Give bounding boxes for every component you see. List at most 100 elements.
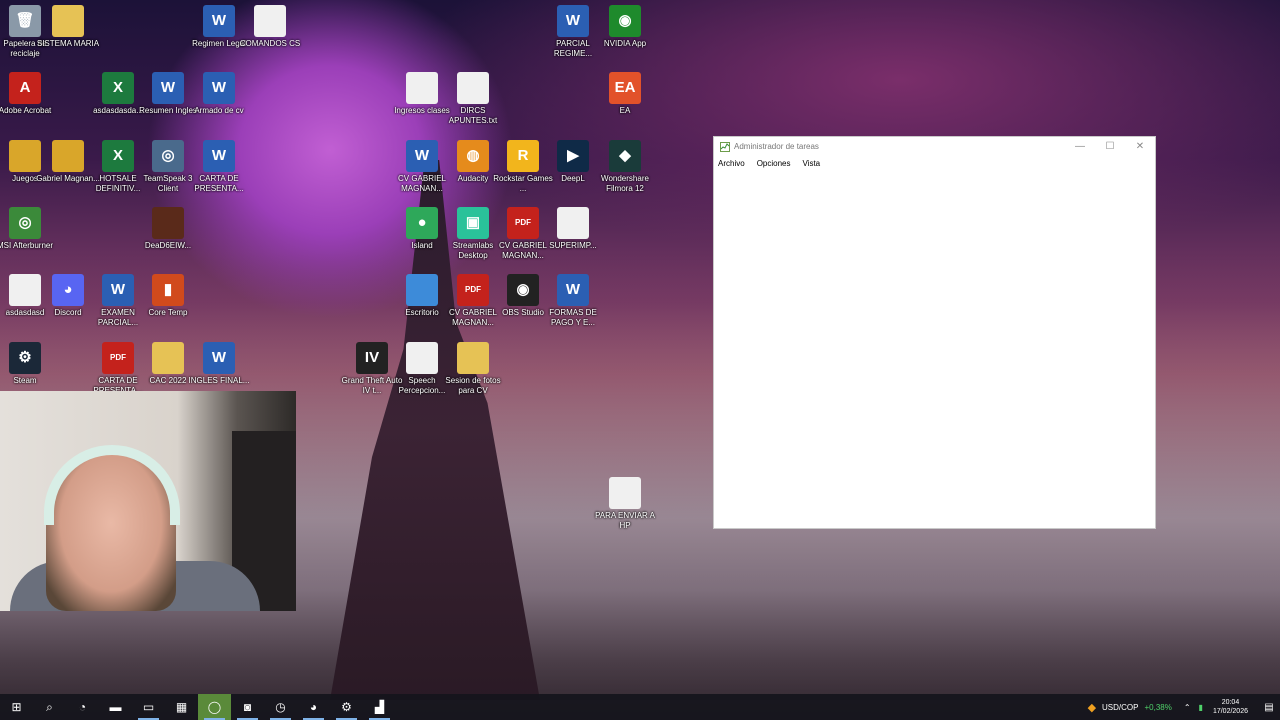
- clock-app-taskbar[interactable]: ◷: [264, 694, 297, 720]
- desktop-icon-image: W: [102, 274, 134, 306]
- chrome-taskbar[interactable]: ◔: [66, 694, 99, 720]
- calculator-taskbar[interactable]: ▦: [165, 694, 198, 720]
- start-button[interactable]: ⊞: [0, 694, 33, 720]
- desktop-icon-image: [457, 72, 489, 104]
- terminal-taskbar[interactable]: ▬: [99, 694, 132, 720]
- desktop-icon-image: ◉: [507, 274, 539, 306]
- task-manager-taskbar[interactable]: ▟: [363, 694, 396, 720]
- desktop-icon-image: ◎: [152, 140, 184, 172]
- steam-taskbar[interactable]: ⚙: [330, 694, 363, 720]
- desktop-icon-image: W: [203, 72, 235, 104]
- desktop-icon-image: [609, 477, 641, 509]
- window-title: Administrador de tareas: [734, 142, 819, 151]
- desktop-icon-image: X: [102, 140, 134, 172]
- desktop-icon-label: FORMAS DE PAGO Y E...: [549, 308, 597, 327]
- search-button[interactable]: ⌕: [33, 694, 66, 720]
- desktop-icon-image: W: [203, 342, 235, 374]
- desktop-icon-image: W: [203, 140, 235, 172]
- desktop-icon-label: NVIDIA App: [603, 39, 647, 48]
- clock[interactable]: 20:04 17/02/2026: [1213, 698, 1248, 716]
- desktop-icon-label: Core Temp: [148, 308, 188, 317]
- clock-time: 20:04: [1221, 699, 1240, 706]
- taskbar-apps: ⊞ ⌕ ◔ ▬ ▭ ▦ ◯ ◙ ◷ ◕ ⚙ ▟: [0, 694, 396, 720]
- chrome-profile-taskbar[interactable]: ◕: [297, 694, 330, 720]
- desktop-icon[interactable]: A Adobe Acrobat: [0, 72, 58, 116]
- desktop-icon-image: PDF: [457, 274, 489, 306]
- desktop-icon[interactable]: ⚙ Steam: [0, 342, 58, 386]
- desktop-icon[interactable]: ▮ Core Temp: [135, 274, 201, 318]
- desktop-icon-label: SUPERIMP...: [549, 241, 597, 250]
- desktop-icon-image: ⚙: [9, 342, 41, 374]
- menu-vista[interactable]: Vista: [802, 159, 826, 168]
- close-button[interactable]: ✕: [1125, 137, 1155, 156]
- desktop-icon-image: R: [507, 140, 539, 172]
- task-manager-icon: [720, 141, 730, 152]
- desktop-icon-image: X: [102, 72, 134, 104]
- desktop-icon[interactable]: W INGLES FINAL...: [186, 342, 252, 386]
- desktop-icon[interactable]: Sesion de fotos para CV: [440, 342, 506, 396]
- desktop-icon[interactable]: ◉ NVIDIA App: [592, 5, 658, 49]
- desktop-icon-label: Steam: [13, 376, 37, 385]
- menu-bar: Archivo Opciones Vista: [714, 156, 1155, 170]
- desktop-icon-image: [406, 342, 438, 374]
- desktop-icon[interactable]: DeaD6EIW...: [135, 207, 201, 251]
- desktop-icon-image: [457, 342, 489, 374]
- desktop-icon-image: W: [152, 72, 184, 104]
- menu-opciones[interactable]: Opciones: [757, 159, 797, 168]
- desktop-icon-label: MSI Afterburner: [0, 241, 54, 250]
- file-explorer-taskbar[interactable]: ▭: [132, 694, 165, 720]
- minimize-button[interactable]: —: [1065, 137, 1095, 156]
- desktop-icon-image: ◎: [9, 207, 41, 239]
- task-manager-window[interactable]: Administrador de tareas — ☐ ✕ Archivo Op…: [713, 136, 1156, 529]
- desktop-icon[interactable]: COMANDOS CS: [237, 5, 303, 49]
- menu-archivo[interactable]: Archivo: [718, 159, 751, 168]
- desktop-icon-label: SISTEMA MARIA: [36, 39, 100, 48]
- desktop-icon-image: PDF: [102, 342, 134, 374]
- desktop-icon[interactable]: EA EA: [592, 72, 658, 116]
- desktop-icon-image: ●: [406, 207, 438, 239]
- desktop-icon-image: EA: [609, 72, 641, 104]
- desktop-icon-image: W: [557, 5, 589, 37]
- desktop-icon-label: Adobe Acrobat: [0, 106, 52, 115]
- desktop-icon[interactable]: W CARTA DE PRESENTA...: [186, 140, 252, 194]
- desktop-icon-image: W: [203, 5, 235, 37]
- desktop-icon-label: DeaD6EIW...: [144, 241, 192, 250]
- system-tray: ◆ USD/COP +0,38% ⌃ ▮ 20:04 17/02/2026 ▤: [1088, 694, 1280, 720]
- opera-taskbar[interactable]: ◯: [198, 694, 231, 720]
- desktop-icon-image: ◉: [609, 5, 641, 37]
- desktop-icon-image: ▶: [557, 140, 589, 172]
- desktop-icon-image: ◕: [52, 274, 84, 306]
- desktop-icon-label: Wondershare Filmora 12: [601, 174, 649, 193]
- desktop-icon-image: [406, 72, 438, 104]
- webcam-overlay: [0, 391, 296, 611]
- desktop-icon-label: INGLES FINAL...: [188, 376, 250, 385]
- tray-battery-icon[interactable]: ▮: [1199, 703, 1203, 712]
- desktop-icon-image: ▮: [152, 274, 184, 306]
- window-titlebar[interactable]: Administrador de tareas — ☐ ✕: [714, 137, 1155, 156]
- stock-label[interactable]: USD/COP: [1102, 703, 1138, 712]
- desktop-icon-image: IV: [356, 342, 388, 374]
- desktop-icon[interactable]: DIRCS APUNTES.txt: [440, 72, 506, 126]
- desktop-icon[interactable]: SISTEMA MARIA: [35, 5, 101, 49]
- maximize-button[interactable]: ☐: [1095, 137, 1125, 156]
- outlook-taskbar[interactable]: ◙: [231, 694, 264, 720]
- stock-widget-icon[interactable]: ◆: [1088, 701, 1096, 714]
- notification-icon[interactable]: ▤: [1258, 694, 1280, 720]
- desktop-icon[interactable]: SUPERIMP...: [540, 207, 606, 251]
- desktop-icon[interactable]: ◎ MSI Afterburner: [0, 207, 58, 251]
- desktop-icon[interactable]: PARA ENVIAR A HP: [592, 477, 658, 531]
- desktop-icon-image: [254, 5, 286, 37]
- desktop-icon-label: Sesion de fotos para CV: [445, 376, 501, 395]
- desktop-icon-label: Armado de cv: [194, 106, 244, 115]
- desktop-icon[interactable]: W Armado de cv: [186, 72, 252, 116]
- stock-change[interactable]: +0,38%: [1144, 703, 1171, 712]
- desktop-icon-image: A: [9, 72, 41, 104]
- desktop-icon[interactable]: W FORMAS DE PAGO Y E...: [540, 274, 606, 328]
- desktop-icon-image: [152, 207, 184, 239]
- desktop-icon[interactable]: ◆ Wondershare Filmora 12: [592, 140, 658, 194]
- desktop-icon-image: [406, 274, 438, 306]
- desktop-icon-image: [557, 207, 589, 239]
- tray-chevron-icon[interactable]: ⌃: [1184, 703, 1191, 712]
- taskbar: ⊞ ⌕ ◔ ▬ ▭ ▦ ◯ ◙ ◷ ◕ ⚙ ▟ ◆ USD/COP +0,38% ⌃ ▮ 20:04 …: [0, 694, 1280, 720]
- desktop-icon-image: [52, 5, 84, 37]
